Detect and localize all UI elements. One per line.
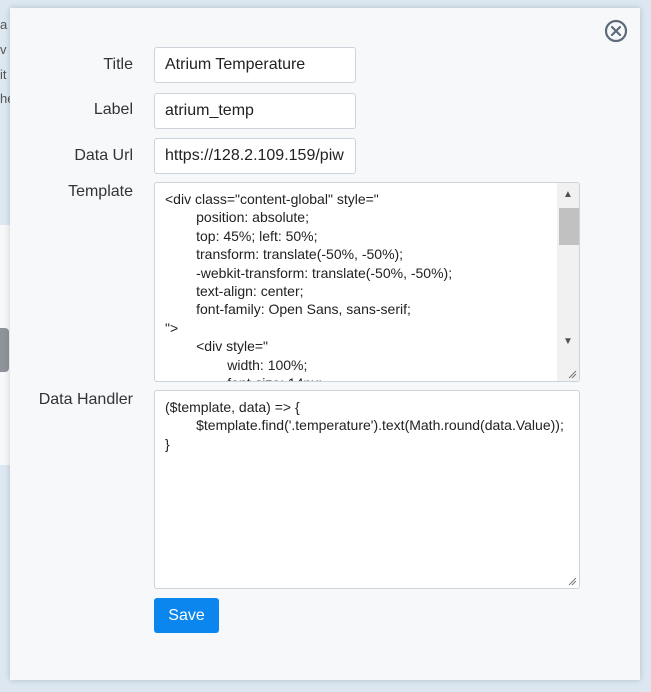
label-label: Label — [93, 101, 133, 118]
data-handler-textarea[interactable]: ($template, data) => { $template.find('.… — [154, 390, 580, 589]
template-code: <div class="content-global" style=" posi… — [165, 191, 453, 381]
data-handler-code: ($template, data) => { $template.find('.… — [165, 399, 564, 452]
data-url-label: Data Url — [74, 147, 133, 164]
chevron-down-icon[interactable]: ▼ — [557, 333, 579, 351]
resize-grip-icon[interactable] — [567, 369, 577, 379]
label-input[interactable]: atrium_temp — [154, 93, 356, 129]
data-url-input[interactable]: https://128.2.109.159/piw — [154, 138, 356, 174]
resize-grip-icon[interactable] — [567, 576, 577, 586]
widget-editor-modal: Title Atrium Temperature Label atrium_te… — [10, 8, 640, 680]
background-add-button — [0, 328, 9, 372]
template-scrollbar[interactable]: ▲ ▼ — [557, 183, 579, 381]
title-input[interactable]: Atrium Temperature — [154, 47, 356, 83]
scrollbar-thumb[interactable] — [559, 208, 579, 245]
template-label: Template — [68, 183, 133, 200]
chevron-up-icon[interactable]: ▲ — [557, 186, 579, 204]
title-label: Title — [103, 56, 133, 73]
save-button[interactable]: Save — [154, 598, 219, 633]
data-handler-label: Data Handler — [38, 391, 133, 408]
close-button[interactable] — [604, 19, 628, 43]
template-textarea[interactable]: <div class="content-global" style=" posi… — [154, 182, 580, 382]
close-circle-icon — [604, 19, 628, 43]
